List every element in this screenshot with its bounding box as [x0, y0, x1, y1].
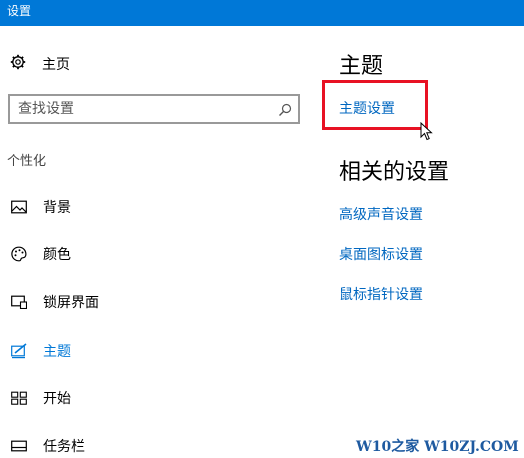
sidebar-item-background[interactable]: 背景	[10, 196, 71, 218]
search-box[interactable]	[8, 94, 300, 124]
start-tiles-icon	[10, 389, 28, 407]
title-bar: 设置	[0, 0, 524, 26]
sidebar-item-start[interactable]: 开始	[10, 387, 71, 409]
section-label-personalization: 个性化	[7, 154, 47, 169]
taskbar-icon	[10, 437, 28, 455]
page-title: 主题	[339, 54, 384, 79]
advanced-sound-settings-link[interactable]: 高级声音设置	[339, 204, 423, 224]
picture-icon	[10, 198, 28, 216]
sidebar-item-colors[interactable]: 颜色	[10, 243, 71, 265]
palette-icon	[10, 245, 28, 263]
sidebar-item-label: 开始	[43, 391, 71, 407]
sidebar-item-label: 锁屏界面	[43, 295, 99, 311]
main-content: 主题 主题设置 相关的设置 高级声音设置 桌面图标设置 鼠标指针设置	[322, 26, 524, 458]
sidebar-item-label: 颜色	[43, 247, 71, 263]
sidebar-item-home[interactable]: 主页	[10, 54, 70, 74]
lock-screen-icon	[10, 293, 28, 311]
related-settings-heading: 相关的设置	[339, 160, 450, 185]
sidebar-item-label: 背景	[43, 200, 71, 216]
watermark-logo: W10之家 W10ZJ.COM	[356, 439, 519, 455]
sidebar-item-taskbar[interactable]: 任务栏	[10, 435, 85, 457]
sidebar-item-lock-screen[interactable]: 锁屏界面	[10, 291, 99, 313]
window-title: 设置	[7, 4, 32, 18]
search-icon[interactable]	[278, 102, 292, 116]
sidebar-item-themes[interactable]: 主题	[10, 340, 71, 362]
gear-icon	[10, 54, 26, 74]
mouse-pointer-settings-link[interactable]: 鼠标指针设置	[339, 284, 423, 304]
theme-settings-link[interactable]: 主题设置	[339, 98, 395, 118]
desktop-icon-settings-link[interactable]: 桌面图标设置	[339, 244, 423, 264]
mouse-pointer-icon	[420, 121, 434, 142]
sidebar: 主页 个性化 背景 颜色	[0, 26, 320, 458]
sidebar-item-label: 主页	[42, 57, 70, 73]
search-input[interactable]	[18, 100, 268, 118]
theme-brush-icon	[10, 342, 28, 360]
sidebar-item-label: 任务栏	[43, 439, 85, 455]
sidebar-item-label: 主题	[43, 344, 71, 360]
